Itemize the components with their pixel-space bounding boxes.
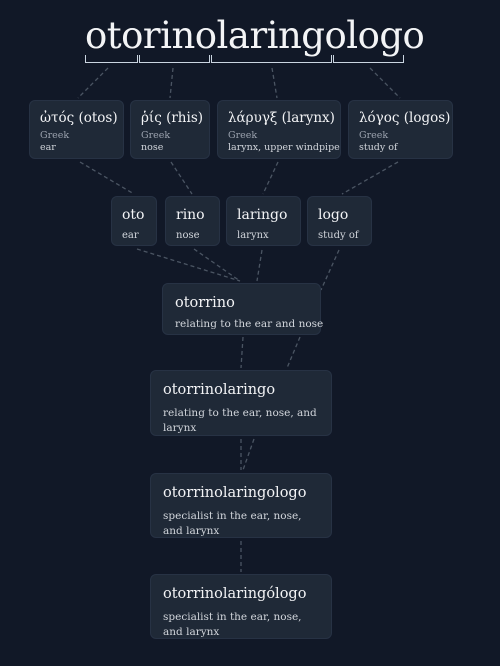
root-language: Greek [141,130,171,141]
compound-form: otorrinolaringo [163,382,276,398]
link-otos-to-oto [79,161,135,195]
root-term: ῥίς (rhis) [141,110,204,126]
morpheme-meaning: ear [122,230,139,241]
link-logo-to-compound [320,249,340,291]
morpheme-meaning: nose [176,230,200,241]
link-rino-bracket-to-root [169,67,174,99]
root-meaning: ear [40,142,56,153]
link-logo-bracket-to-root [369,67,401,99]
morpheme-card-logo[interactable]: logo study of [307,196,372,246]
root-language: Greek [228,130,258,141]
morpheme-card-oto[interactable]: oto ear [111,196,157,246]
link-oto-bracket-to-root [77,67,109,99]
compound-form: otorrino [175,295,235,311]
root-card-otos[interactable]: ὠτός (otos) Greek ear [29,100,124,159]
compound-meaning: relating to the ear, nose, and larynx [163,407,317,434]
segment-bracket-logo [333,55,404,63]
morpheme-meaning: larynx [237,230,269,241]
compound-card-otorrinolaringo[interactable]: otorrinolaringo relating to the ear, nos… [150,370,332,436]
link-laringo-to-otorrino [256,249,263,282]
morpheme-form: laringo [237,207,288,223]
compound-card-otorrino[interactable]: otorrino relating to the ear and nose [162,283,324,335]
morpheme-form: logo [318,207,349,223]
compound-form: otorrinolaringólogo [163,586,307,602]
morpheme-form: rino [176,207,205,223]
compound-meaning: relating to the ear and nose [175,318,324,330]
root-term: λόγος (logos) [359,110,451,126]
root-meaning: larynx, upper windpipe [228,142,340,153]
root-term: ὠτός (otos) [40,110,118,126]
link-rhis-to-rino [170,161,193,195]
link-larynx-to-laringo [262,161,279,195]
root-meaning: nose [141,142,164,153]
morpheme-card-rino[interactable]: rino nose [165,196,220,246]
root-card-logos[interactable]: λόγος (logos) Greek study of [348,100,453,159]
root-meaning: study of [359,142,398,153]
compound-meaning: specialist in the ear, nose, and larynx [163,611,302,638]
link-laringo-bracket-to-root [271,67,278,99]
compound-meaning: specialist in the ear, nose, and larynx [163,510,302,537]
root-card-larynx[interactable]: λάρυγξ (larynx) Greek larynx, upper wind… [217,100,341,159]
compound-card-otorrinolaringologo[interactable]: otorrinolaringologo specialist in the ea… [150,473,332,538]
segment-bracket-laringo [211,55,332,63]
link-logos-to-logo [341,161,399,195]
link-rino-to-otorrino [193,248,241,282]
morpheme-meaning: study of [318,230,359,241]
compound-form: otorrinolaringologo [163,485,307,501]
root-term: λάρυγξ (larynx) [228,110,335,126]
link-logo-to-otorrinolaringologo [242,438,255,471]
root-language: Greek [40,130,70,141]
morpheme-form: oto [122,207,145,223]
segment-bracket-rino [139,55,210,63]
word-title: otorinolaringologo [85,14,425,57]
link-laringo-to-otorrinolaringo [286,336,301,369]
morpheme-card-laringo[interactable]: laringo larynx [226,196,301,246]
compound-card-otorrinolaringologo-final[interactable]: otorrinolaringólogo specialist in the ea… [150,574,332,639]
root-language: Greek [359,130,389,141]
segment-bracket-oto [85,55,138,63]
link-otorrino-to-otorrinolaringo [240,336,244,369]
link-oto-to-otorrino [136,248,241,282]
root-card-rhis[interactable]: ῥίς (rhis) Greek nose [130,100,210,159]
